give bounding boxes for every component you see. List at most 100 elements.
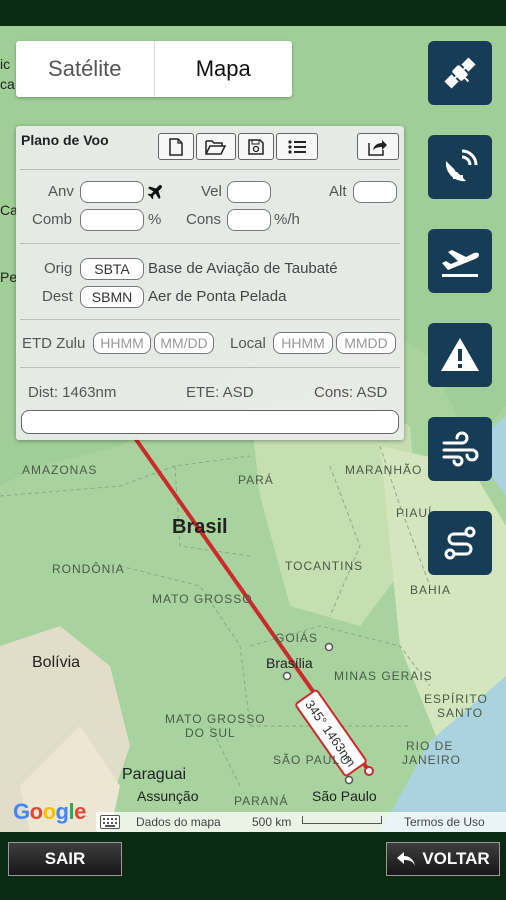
label-amazonas: AMAZONAS: [22, 463, 98, 477]
label-brasil: Brasil: [172, 516, 228, 538]
label-bolivia: Bolívia: [32, 654, 81, 671]
airplane-icon: [147, 184, 163, 200]
consumption-value: Cons: ASD: [314, 384, 388, 401]
label-espirito-santo-1: ESPÍRITO: [424, 692, 488, 706]
label-piaui: PIAUÍ: [396, 506, 433, 520]
local-time-field[interactable]: HHMM: [273, 332, 333, 354]
scale-bar: [302, 816, 382, 824]
etd-zulu-label: ETD Zulu: [22, 335, 86, 352]
label-paraguai: Paraguai: [122, 766, 187, 783]
orig-name: Base de Aviação de Taubaté: [148, 260, 338, 277]
dest-name: Aer de Ponta Pelada: [148, 288, 287, 305]
label-rio-2: JANEIRO: [402, 753, 462, 767]
comb-field[interactable]: [80, 209, 144, 231]
wind-button[interactable]: [428, 417, 492, 481]
wind-icon: [442, 431, 479, 467]
divider: [20, 319, 400, 320]
new-file-icon: [169, 137, 183, 156]
label-goias: GOIÁS: [275, 631, 319, 645]
vel-label: Vel: [201, 183, 222, 200]
flight-plan-title: Plano de Voo: [21, 132, 109, 148]
etd-time-field[interactable]: HHMM: [93, 332, 151, 354]
back-arrow-icon: [397, 852, 416, 866]
top-bar: [0, 0, 506, 26]
distance-value: Dist: 1463nm: [28, 384, 117, 401]
label-rondonia: RONDÔNIA: [52, 562, 125, 576]
dest-label: Dest: [42, 288, 73, 305]
label-parana: PARANÁ: [234, 794, 289, 808]
cons-unit: %/h: [274, 211, 300, 228]
list-button[interactable]: [276, 133, 318, 160]
map-type-toggle: Satélite Mapa: [16, 41, 292, 97]
satellite-tab[interactable]: Satélite: [16, 41, 154, 97]
satellite-icon: [444, 57, 476, 89]
cons-field[interactable]: [227, 209, 271, 231]
alt-field[interactable]: [353, 181, 397, 203]
divider: [20, 169, 400, 170]
takeoff-button[interactable]: [428, 229, 492, 293]
label-para: PARÁ: [238, 473, 274, 487]
label-mato-grosso: MATO GROSSO: [152, 592, 253, 606]
alt-label: Alt: [329, 183, 347, 200]
etd-date-field[interactable]: MM/DD: [154, 332, 214, 354]
exit-button[interactable]: SAIR: [8, 842, 122, 876]
route-button[interactable]: [428, 511, 492, 575]
label-minas-gerais: MINAS GERAIS: [334, 669, 433, 683]
scale-label: 500 km: [252, 815, 292, 829]
label-edge-4: Pe: [0, 269, 18, 285]
warning-icon: [441, 338, 479, 371]
keyboard-icon[interactable]: [100, 815, 120, 829]
map-view[interactable]: 345° 1463nm AMAZONAS PARÁ MARANHÃO PIAUÍ…: [0, 26, 506, 832]
label-rio-1: RIO DE: [406, 739, 454, 753]
comb-label: Comb: [32, 211, 73, 228]
map-tab[interactable]: Mapa: [153, 41, 293, 97]
label-bahia: BAHIA: [410, 583, 452, 597]
label-sao-paulo: São Paulo: [312, 788, 377, 804]
ete-value: ETE: ASD: [186, 384, 254, 401]
save-icon: [248, 138, 264, 155]
save-button[interactable]: [238, 133, 274, 160]
route-icon: [444, 526, 476, 560]
orig-field[interactable]: SBTA: [80, 258, 144, 280]
map-attribution-bar: Dados do mapa 500 km Termos de Uso: [96, 812, 506, 832]
progress-bar: [21, 410, 399, 434]
label-maranhao: MARANHÃO: [345, 463, 423, 477]
bottom-bar: SAIR VOLTAR: [0, 832, 506, 900]
list-icon: [288, 139, 306, 154]
label-tocantins: TOCANTINS: [285, 559, 364, 573]
cons-label: Cons: [186, 211, 222, 228]
label-edge-2: ca: [0, 76, 15, 92]
label-espirito-santo-2: SANTO: [437, 706, 484, 720]
share-icon: [368, 139, 387, 156]
orig-label: Orig: [44, 260, 73, 277]
open-folder-button[interactable]: [196, 133, 236, 160]
vel-field[interactable]: [227, 181, 271, 203]
folder-open-icon: [205, 139, 227, 155]
radar-icon: [445, 149, 478, 182]
takeoff-icon: [442, 250, 479, 277]
label-brasilia: Brasília: [266, 655, 313, 671]
divider: [20, 243, 400, 244]
label-sao-paulo-state: SÃO PAULO: [273, 753, 351, 767]
local-label: Local: [230, 335, 266, 352]
local-date-field[interactable]: MMDD: [336, 332, 396, 354]
flight-plan-panel: Plano de Voo Anv Vel Alt Comb % Cons %/h: [16, 126, 404, 440]
satellite-button[interactable]: [428, 41, 492, 105]
divider: [20, 367, 400, 368]
label-edge-1: ic: [0, 56, 11, 72]
google-logo: Google: [13, 799, 86, 824]
comb-unit: %: [148, 211, 162, 228]
share-button[interactable]: [357, 133, 399, 160]
new-file-button[interactable]: [158, 133, 194, 160]
anv-label: Anv: [48, 183, 74, 200]
warning-button[interactable]: [428, 323, 492, 387]
radar-button[interactable]: [428, 135, 492, 199]
dest-field[interactable]: SBMN: [80, 286, 144, 308]
terms-link[interactable]: Termos de Uso: [404, 815, 485, 829]
back-button[interactable]: VOLTAR: [386, 842, 500, 876]
map-data-link[interactable]: Dados do mapa: [136, 815, 221, 829]
back-label: VOLTAR: [422, 849, 490, 868]
label-mato-grosso-sul-1: MATO GROSSO: [165, 712, 266, 726]
label-mato-grosso-sul-2: DO SUL: [185, 726, 236, 740]
anv-field[interactable]: [80, 181, 144, 203]
